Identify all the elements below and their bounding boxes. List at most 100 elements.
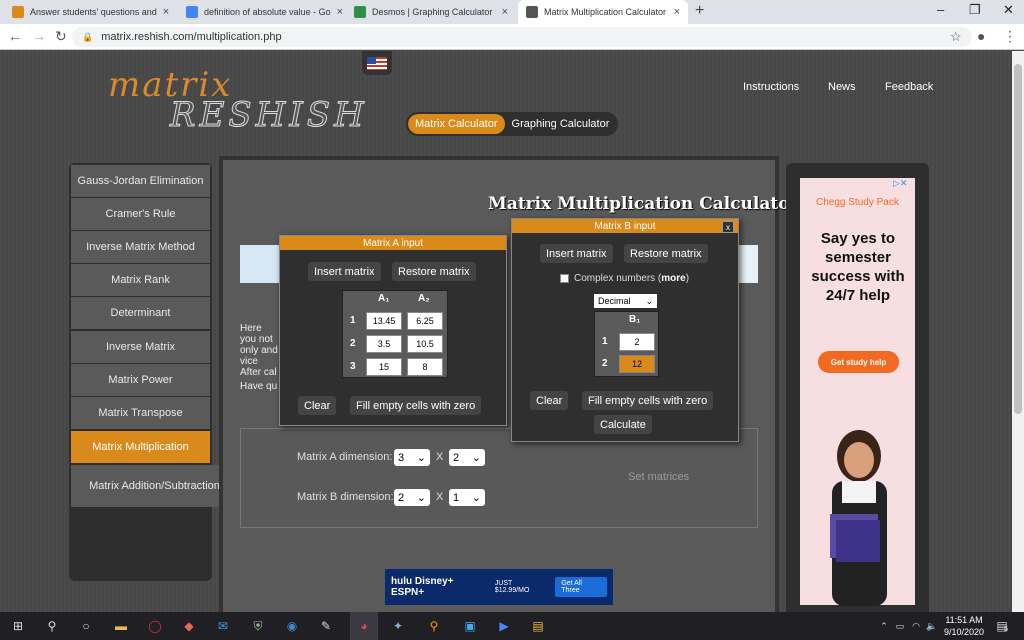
notes-app-icon[interactable]: ▤ [528,616,548,636]
photos-icon[interactable]: ▣ [460,616,480,636]
complex-numbers-checkbox[interactable] [560,274,569,283]
close-dialog-icon[interactable]: x [722,221,734,233]
new-tab-plus-icon[interactable]: + [695,2,704,20]
bundle-price: JUST $12.99/MO [494,580,530,594]
minimize-icon[interactable]: – [937,2,944,17]
sidebar-item-matrix-power[interactable]: Matrix Power [71,364,210,396]
insert-matrix-b-button[interactable]: Insert matrix [540,244,613,263]
browser-tab-3[interactable]: Desmos | Graphing Calculator × [346,0,516,24]
chrome-icon[interactable]: ◕ [350,612,378,640]
matrix-a-cell[interactable]: 6.25 [407,312,443,330]
sidebar-item-inverse-matrix[interactable]: Inverse Matrix [71,331,210,363]
url-field[interactable]: 🔒 matrix.reshish.com/multiplication.php [72,27,972,47]
back-arrow-icon[interactable]: ← [8,28,22,44]
close-window-icon[interactable]: ✕ [1003,2,1014,18]
opera-icon[interactable]: ◯ [145,616,165,636]
clock-date: 9/10/2020 [943,627,985,637]
sidebar-item-inverse-matrix-method[interactable]: Inverse Matrix Method [71,231,210,263]
sidebar-item-matrix-addition-subtraction[interactable]: Matrix Addition/Subtraction [71,465,238,507]
matrix-a-cell[interactable]: 13.45 [366,312,402,330]
calculator-switch: Matrix Calculator Graphing Calculator [406,112,619,136]
complex-more-link[interactable]: more [661,273,685,284]
matrix-a-cell[interactable]: 8 [407,358,443,376]
sidebar-item-gauss-jordan[interactable]: Gauss-Jordan Elimination [71,165,210,197]
bundle-cta-button[interactable]: Get All Three [555,577,607,597]
search-app-icon[interactable]: ⚲ [424,616,444,636]
nav-news[interactable]: News [828,81,856,93]
browser-tab-1[interactable]: Answer students' questions and × [4,0,176,24]
matrix-b-cols-select[interactable]: 1 ⌄ [449,489,485,506]
matrix-a-cell[interactable]: 15 [366,358,402,376]
volume-icon[interactable]: 🔈 [922,616,942,636]
chevron-down-icon: ⌄ [471,452,481,464]
system-clock[interactable]: 11:51 AM 9/10/2020 [940,614,988,638]
close-tab-icon[interactable]: × [502,6,508,18]
matrix-a-cols-select[interactable]: 2 ⌄ [449,449,485,466]
bottom-ad-banner[interactable]: hulu Disney+ ESPN+ JUST $12.99/MO Get Al… [385,569,613,605]
forward-arrow-icon[interactable]: → [32,28,46,44]
task-view-icon[interactable]: ○ [76,616,96,636]
profile-avatar-icon[interactable]: ● [977,28,985,44]
close-tab-icon[interactable]: × [337,6,343,18]
ad-banner-right[interactable] [736,245,758,283]
sidebar-item-cramers-rule[interactable]: Cramer's Rule [71,198,210,230]
set-matrices-button[interactable]: Set matrices [628,471,689,483]
number-format-select[interactable]: Decimal ⌄ [594,294,657,308]
browser-tab-2[interactable]: definition of absolute value - Go × [178,0,344,24]
bookmark-star-icon[interactable]: ☆ [950,29,962,45]
calculate-button[interactable]: Calculate [594,415,652,434]
search-icon[interactable]: ⚲ [42,616,62,636]
windows-start-icon[interactable]: ⊞ [8,616,28,636]
restore-window-icon[interactable]: ❐ [969,2,981,18]
matrix-a-dialog-title[interactable]: Matrix A input [280,236,506,250]
settings-app-icon[interactable]: ✦ [388,616,408,636]
matrix-b-rows-select[interactable]: 2 ⌄ [394,489,430,506]
restore-matrix-a-button[interactable]: Restore matrix [392,262,476,281]
browser-app-icon[interactable]: ◉ [282,616,302,636]
fill-zero-b-button[interactable]: Fill empty cells with zero [582,391,714,410]
desmos-favicon-icon [354,6,366,18]
sidebar-item-matrix-rank[interactable]: Matrix Rank [71,264,210,296]
browser-tab-4-active[interactable]: Matrix Multiplication Calculator × [518,0,688,24]
clear-matrix-a-button[interactable]: Clear [298,396,337,415]
notifications-icon[interactable]: ▤ [992,616,1012,636]
matrix-a-cell[interactable]: 3.5 [366,335,402,353]
tab-graphing-calculator[interactable]: Graphing Calculator [505,114,617,134]
insert-matrix-a-button[interactable]: Insert matrix [308,262,381,281]
matrix-b-cell-focused[interactable]: 12 [619,355,655,373]
mail-icon[interactable]: ✉ [213,616,233,636]
url-text: matrix.reshish.com/multiplication.php [101,31,282,43]
tab-title: Desmos | Graphing Calculator [372,7,493,17]
kebab-menu-icon[interactable]: ⋮ [1003,28,1017,45]
zoom-icon[interactable]: ▶ [494,616,514,636]
matrix-a-dimension-label: Matrix A dimension: [297,451,393,463]
chevron-down-icon: ⌄ [645,295,653,306]
sidebar-item-determinant[interactable]: Determinant [71,297,210,329]
shield-app-icon[interactable]: ⛨ [248,616,268,636]
language-selector[interactable] [362,51,392,75]
nav-instructions[interactable]: Instructions [743,81,799,93]
chegg-cta-button[interactable]: Get study help [818,351,899,373]
page-title: Matrix Multiplication Calculator [488,194,799,214]
file-explorer-icon[interactable]: ▬ [111,616,131,636]
matrix-b-cell[interactable]: 2 [619,333,655,351]
reload-icon[interactable]: ↻ [55,28,67,45]
matrix-a-rows-select[interactable]: 3 ⌄ [394,449,430,466]
ad-choices-icon[interactable]: ▷✕ [893,178,907,189]
sidebar-item-matrix-transpose[interactable]: Matrix Transpose [71,397,210,429]
sidebar-item-matrix-multiplication[interactable]: Matrix Multiplication [71,431,210,463]
nav-feedback[interactable]: Feedback [885,81,933,93]
matrix-a-cell[interactable]: 10.5 [407,335,443,353]
scrollbar-thumb[interactable] [1014,64,1022,414]
app-icon[interactable]: ◆ [179,616,199,636]
ad-banner-left[interactable] [240,245,282,283]
clear-matrix-b-button[interactable]: Clear [530,391,569,410]
close-tab-icon[interactable]: × [674,6,680,18]
matrix-b-dialog-title[interactable]: Matrix B input [512,219,738,233]
close-tab-icon[interactable]: × [163,6,169,18]
pen-app-icon[interactable]: ✎ [316,616,336,636]
logo-reshish[interactable]: RESHISH [170,95,368,136]
restore-matrix-b-button[interactable]: Restore matrix [624,244,708,263]
fill-zero-a-button[interactable]: Fill empty cells with zero [350,396,482,415]
tab-matrix-calculator[interactable]: Matrix Calculator [408,114,505,134]
